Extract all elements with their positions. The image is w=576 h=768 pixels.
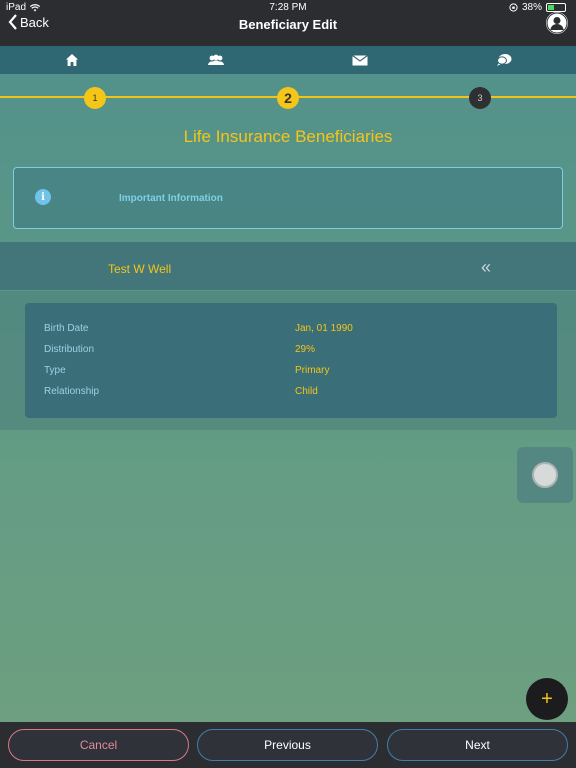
beneficiary-details-card: Birth Date Jan, 01 1990 Distribution 29%…	[25, 303, 557, 418]
info-icon: i	[35, 189, 51, 205]
tab-bar	[0, 46, 576, 74]
battery-level	[548, 5, 554, 10]
beneficiary-header[interactable]: Test W Well «	[0, 242, 576, 290]
tab-home[interactable]	[0, 46, 144, 74]
detail-value: Jan, 01 1990	[295, 323, 353, 334]
detail-value: Child	[295, 386, 318, 397]
tab-chat[interactable]	[432, 46, 576, 74]
assistive-touch-knob	[532, 462, 558, 488]
chat-icon	[497, 54, 512, 66]
next-button[interactable]: Next	[387, 729, 568, 761]
detail-row-relationship: Relationship Child	[25, 386, 557, 402]
tab-mail[interactable]	[288, 46, 432, 74]
user-avatar-icon	[546, 12, 568, 34]
detail-label: Birth Date	[44, 323, 89, 334]
beneficiary-name: Test W Well	[108, 262, 172, 276]
battery-icon	[546, 3, 566, 12]
info-label: Important Information	[119, 193, 223, 204]
top-bar: iPad 7:28 PM 38% Back Beneficiary Edit	[0, 0, 576, 46]
collapse-chevrons-icon[interactable]: «	[481, 258, 491, 276]
step-2[interactable]: 2	[277, 87, 299, 109]
detail-label: Type	[44, 365, 66, 376]
home-icon	[66, 54, 78, 66]
detail-row-type: Type Primary	[25, 365, 557, 381]
people-icon	[208, 54, 224, 65]
detail-value: Primary	[295, 365, 330, 376]
step-1[interactable]: 1	[84, 87, 106, 109]
orientation-lock-icon	[509, 3, 518, 12]
cancel-button[interactable]: Cancel	[8, 729, 189, 761]
battery-percent: 38%	[521, 2, 542, 13]
previous-button[interactable]: Previous	[197, 729, 378, 761]
add-beneficiary-button[interactable]: +	[526, 678, 568, 720]
detail-value: 29%	[295, 344, 316, 355]
page-header-title: Beneficiary Edit	[238, 17, 338, 32]
mail-icon	[352, 54, 368, 65]
beneficiary-details-section: Birth Date Jan, 01 1990 Distribution 29%…	[0, 291, 576, 430]
assistive-touch-button[interactable]	[517, 447, 573, 503]
page-title: Life Insurance Beneficiaries	[183, 127, 393, 146]
important-info-box[interactable]: i Important Information	[13, 167, 563, 229]
tab-people[interactable]	[144, 46, 288, 74]
detail-label: Relationship	[44, 386, 100, 397]
detail-row-birth-date: Birth Date Jan, 01 1990	[25, 323, 557, 339]
profile-button[interactable]	[546, 12, 568, 34]
detail-label: Distribution	[44, 344, 95, 355]
status-time: 7:28 PM	[269, 2, 307, 13]
bottom-bar: Cancel Previous Next	[0, 722, 576, 768]
detail-row-distribution: Distribution 29%	[25, 344, 557, 360]
step-3[interactable]: 3	[469, 87, 491, 109]
